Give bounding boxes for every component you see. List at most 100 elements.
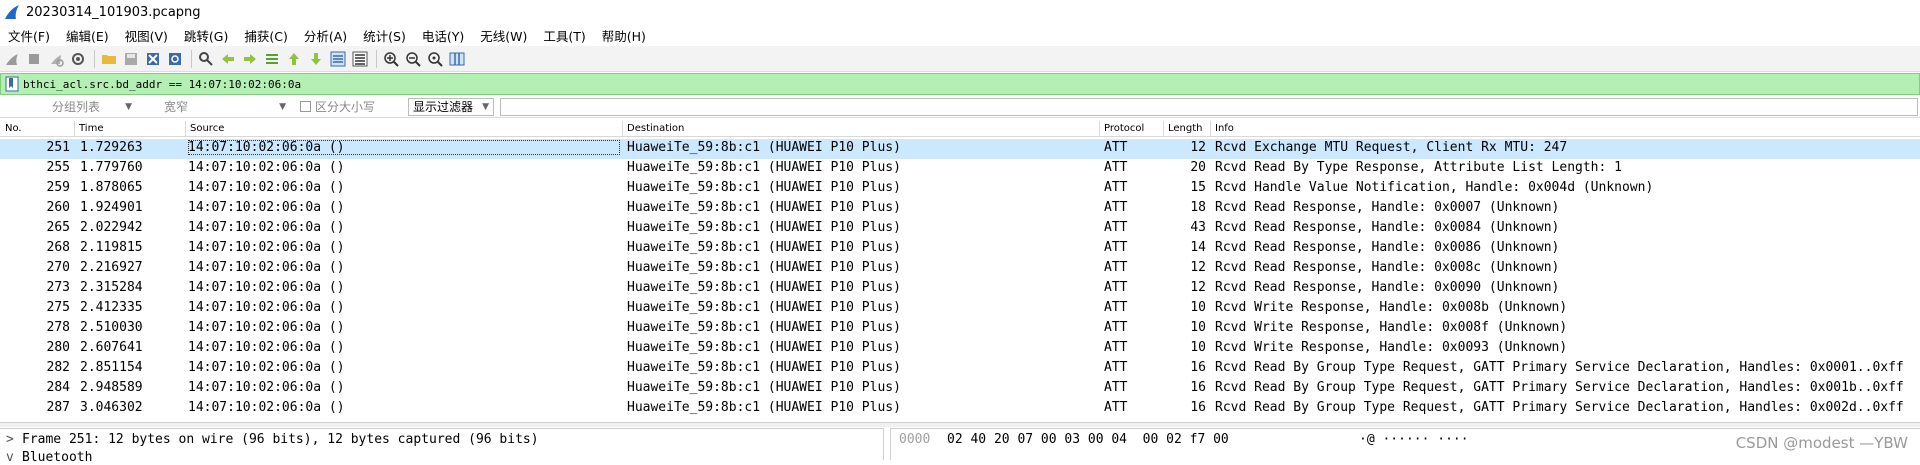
options-gear-icon[interactable] — [68, 49, 88, 69]
packet-row[interactable]: 260 1.924901 14:07:10:02:06:0a () HuaweiTe_… — [0, 199, 1920, 219]
packet-row[interactable]: 251 1.729263 14:07:10:02:06:0a () HuaweiTe_… — [0, 139, 1920, 159]
open-folder-icon[interactable] — [99, 49, 119, 69]
save-icon[interactable] — [121, 49, 141, 69]
column-protocol[interactable]: Protocol — [1104, 123, 1144, 134]
packet-row[interactable]: 273 2.315284 14:07:10:02:06:0a () HuaweiTe_… — [0, 279, 1920, 299]
menu-tools[interactable]: 工具(T) — [535, 26, 593, 45]
cell-protocol: ATT — [1104, 220, 1128, 235]
search-scope-select[interactable]: 分组列表 ▼ — [48, 98, 136, 116]
column-source[interactable]: Source — [190, 123, 224, 134]
display-filter-input[interactable]: bthci_acl.src.bd_addr == 14:07:10:02:06:… — [23, 78, 301, 91]
packet-row[interactable]: 259 1.878065 14:07:10:02:06:0a () HuaweiTe_… — [0, 179, 1920, 199]
pane-splitter[interactable] — [0, 422, 1920, 427]
column-divider[interactable] — [1099, 121, 1100, 137]
menu-file[interactable]: 文件(F) — [0, 26, 58, 45]
autoscroll-icon[interactable] — [328, 49, 348, 69]
normal-size-icon[interactable] — [425, 49, 445, 69]
search-type-select[interactable]: 显示过滤器 ▼ — [408, 97, 494, 116]
packet-row[interactable]: 265 2.022942 14:07:10:02:06:0a () HuaweiTe_… — [0, 219, 1920, 239]
case-sensitive-checkbox[interactable] — [300, 101, 311, 112]
packet-row[interactable]: 287 3.046302 14:07:10:02:06:0a () HuaweiTe_… — [0, 399, 1920, 419]
cell-protocol: ATT — [1104, 260, 1128, 275]
frame-summary: Frame 251: 12 bytes on wire (96 bits), 1… — [22, 432, 539, 447]
source-cell: 14:07:10:02:06:0a () — [188, 160, 345, 175]
column-divider[interactable] — [1210, 121, 1211, 137]
column-divider[interactable] — [622, 121, 623, 137]
column-time[interactable]: Time — [79, 123, 103, 134]
column-divider[interactable] — [1163, 121, 1164, 137]
cell-destination: HuaweiTe_59:8b:c1 (HUAWEI P10 Plus) — [627, 180, 901, 195]
cell-length: 16 — [1190, 400, 1206, 415]
main-toolbar — [0, 46, 1920, 72]
packet-row[interactable]: 268 2.119815 14:07:10:02:06:0a () HuaweiTe_… — [0, 239, 1920, 259]
menu-go[interactable]: 跳转(G) — [176, 26, 236, 45]
menu-capture[interactable]: 捕获(C) — [236, 26, 295, 45]
menu-help[interactable]: 帮助(H) — [594, 26, 654, 45]
cell-destination: HuaweiTe_59:8b:c1 (HUAWEI P10 Plus) — [627, 300, 901, 315]
packet-row[interactable]: 255 1.779760 14:07:10:02:06:0a () HuaweiTe_… — [0, 159, 1920, 179]
shark-fin-start-icon[interactable] — [2, 49, 22, 69]
tree-item-bluetooth[interactable]: v Bluetooth — [6, 450, 92, 465]
display-filter-bar[interactable]: bthci_acl.src.bd_addr == 14:07:10:02:06:… — [0, 73, 1920, 95]
menu-telephony[interactable]: 电话(Y) — [414, 26, 472, 45]
charset-select[interactable]: 宽窄 ▼ — [160, 98, 290, 116]
stop-icon[interactable] — [24, 49, 44, 69]
restart-icon[interactable] — [46, 49, 66, 69]
close-file-icon[interactable] — [143, 49, 163, 69]
menu-analyze[interactable]: 分析(A) — [296, 26, 355, 45]
cell-no: 282 — [46, 360, 70, 375]
forward-arrow-icon[interactable] — [240, 49, 260, 69]
go-to-packet-icon[interactable] — [262, 49, 282, 69]
cell-no: 268 — [46, 240, 70, 255]
packet-row[interactable]: 278 2.510030 14:07:10:02:06:0a () HuaweiTe_… — [0, 319, 1920, 339]
reload-icon[interactable] — [165, 49, 185, 69]
column-length[interactable]: Length — [1168, 123, 1203, 134]
packet-row[interactable]: 284 2.948589 14:07:10:02:06:0a () HuaweiTe_… — [0, 379, 1920, 399]
find-icon[interactable] — [196, 49, 216, 69]
packet-row[interactable]: 282 2.851154 14:07:10:02:06:0a () HuaweiTe_… — [0, 359, 1920, 379]
packet-row[interactable]: 280 2.607641 14:07:10:02:06:0a () HuaweiTe_… — [0, 339, 1920, 359]
watermark-text: CSDN @modest —YBW — [1735, 434, 1908, 452]
cell-info: Rcvd Handle Value Notification, Handle: … — [1215, 180, 1654, 195]
column-info[interactable]: Info — [1215, 123, 1234, 134]
packet-row[interactable]: 270 2.216927 14:07:10:02:06:0a () HuaweiTe_… — [0, 259, 1920, 279]
last-packet-icon[interactable] — [306, 49, 326, 69]
tree-item-frame[interactable]: > Frame 251: 12 bytes on wire (96 bits), … — [6, 432, 539, 447]
cell-length: 12 — [1190, 260, 1206, 275]
cell-no: 251 — [46, 140, 70, 155]
zoom-in-icon[interactable] — [381, 49, 401, 69]
cell-length: 43 — [1190, 220, 1206, 235]
packet-row[interactable]: 275 2.412335 14:07:10:02:06:0a () HuaweiTe_… — [0, 299, 1920, 319]
bluetooth-summary: Bluetooth — [22, 450, 93, 465]
search-input[interactable] — [500, 97, 1918, 116]
cell-no: 278 — [46, 320, 70, 335]
back-arrow-icon[interactable] — [218, 49, 238, 69]
collapse-arrow-icon[interactable]: v — [6, 450, 22, 465]
cell-info: Rcvd Write Response, Handle: 0x008f (Unk… — [1215, 320, 1568, 335]
column-destination[interactable]: Destination — [627, 123, 684, 134]
colorize-icon[interactable] — [350, 49, 370, 69]
cell-time: 1.729263 — [80, 140, 143, 155]
column-no[interactable]: No. — [5, 123, 22, 134]
cell-no: 273 — [46, 280, 70, 295]
column-divider[interactable] — [185, 121, 186, 137]
expand-arrow-icon[interactable]: > — [6, 432, 22, 447]
chevron-down-icon: ▼ — [125, 101, 132, 112]
bookmark-icon[interactable] — [5, 76, 19, 92]
source-cell: 14:07:10:02:06:0a () — [188, 280, 345, 295]
bytes-hex[interactable]: 02 40 20 07 00 03 00 04 00 02 f7 00 — [947, 432, 1229, 447]
cell-time: 2.948589 — [80, 380, 143, 395]
menu-edit[interactable]: 编辑(E) — [58, 26, 117, 45]
resize-columns-icon[interactable] — [447, 49, 467, 69]
menu-statistics[interactable]: 统计(S) — [355, 26, 414, 45]
menu-wireless[interactable]: 无线(W) — [472, 26, 535, 45]
zoom-out-icon[interactable] — [403, 49, 423, 69]
bytes-ascii[interactable]: ·@ ······ ···· — [1359, 432, 1469, 447]
menu-view[interactable]: 视图(V) — [117, 26, 176, 45]
cell-info: Rcvd Read Response, Handle: 0x008c (Unkn… — [1215, 260, 1560, 275]
column-divider[interactable] — [74, 121, 75, 137]
case-sensitive-option[interactable]: 区分大小写 — [300, 98, 375, 115]
toolbar-separator — [191, 49, 192, 68]
first-packet-icon[interactable] — [284, 49, 304, 69]
source-cell: 14:07:10:02:06:0a () — [188, 380, 345, 395]
